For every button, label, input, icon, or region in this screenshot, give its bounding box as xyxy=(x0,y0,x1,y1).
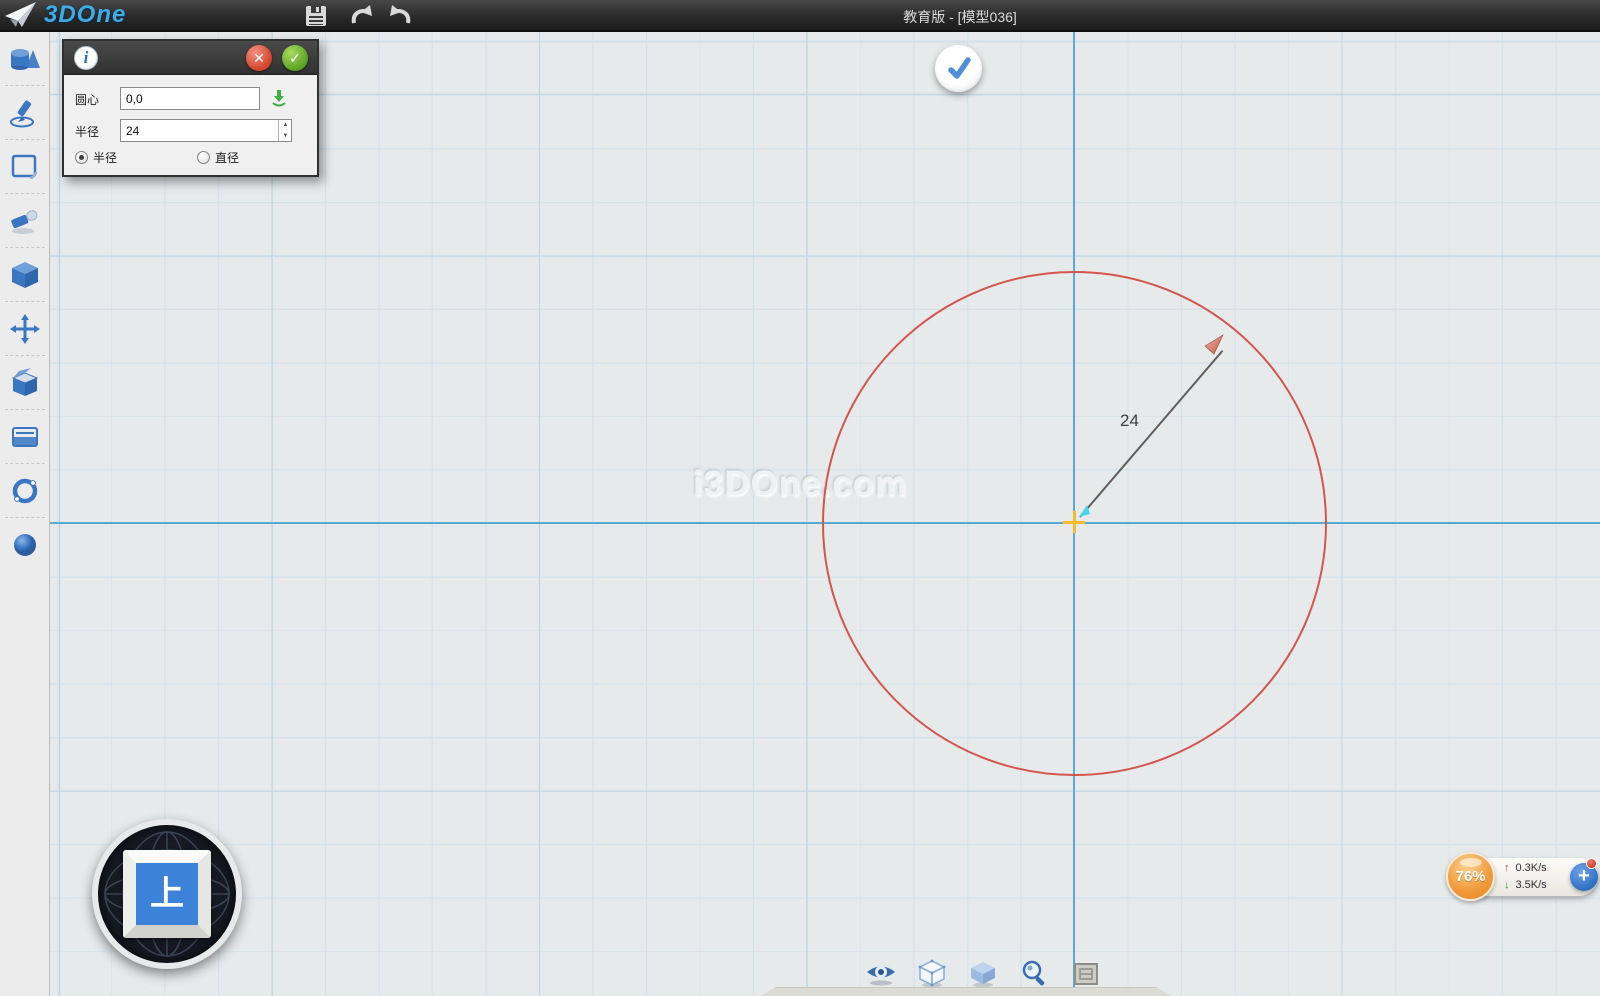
sphere-icon xyxy=(11,531,39,559)
radius-dimension-value: 24 xyxy=(1120,411,1139,431)
eraser-icon xyxy=(9,207,41,235)
sidebar-item-rotate-ring[interactable] xyxy=(0,464,50,518)
primitives-icon xyxy=(9,44,41,74)
center-input[interactable] xyxy=(120,87,260,110)
ring-icon xyxy=(10,476,40,506)
bottom-tray-edge xyxy=(760,987,1172,996)
radio-diameter-control[interactable] xyxy=(197,151,210,164)
cube-feature-icon xyxy=(10,260,40,290)
notification-dot xyxy=(1586,858,1597,869)
sidebar-item-special-effects[interactable] xyxy=(0,356,50,410)
shaded-cube-icon[interactable] xyxy=(967,958,999,990)
sidebar-item-move[interactable] xyxy=(0,302,50,356)
sidebar-item-edit-sketch[interactable] xyxy=(0,140,50,194)
check-icon xyxy=(945,55,973,83)
radio-diameter-label: 直径 xyxy=(215,149,239,166)
section-plane-icon xyxy=(10,424,40,450)
fit-frame-icon[interactable] xyxy=(1070,958,1102,990)
cursor-icon xyxy=(1077,503,1093,519)
titlebar-divider xyxy=(0,30,1600,32)
document-title: 教育版 - [模型036] xyxy=(840,7,1080,27)
sketch-rectangle-icon xyxy=(10,152,40,182)
sidebar-item-primitives[interactable] xyxy=(0,32,50,86)
zoom-icon[interactable] xyxy=(1019,958,1051,990)
circle-center-marker xyxy=(1073,511,1076,533)
sketch-pen-icon xyxy=(9,98,41,128)
eye-icon[interactable] xyxy=(865,958,897,990)
network-speed-widget[interactable]: 76% ↑ 0.3K/s ↓ 3.5K/s + xyxy=(1446,852,1598,902)
upload-arrow-icon: ↑ xyxy=(1504,862,1510,874)
radius-arrowhead-icon xyxy=(1196,332,1226,362)
move-icon xyxy=(10,314,40,344)
logo-text: 3DOne xyxy=(44,1,126,29)
radius-input[interactable] xyxy=(120,119,292,142)
radius-label: 半径 xyxy=(75,123,99,140)
3done-app: { "app": { "logo_text": "3DOne", "title"… xyxy=(0,0,1600,996)
radio-radius-control[interactable] xyxy=(75,151,88,164)
upload-speed-value: 0.3K/s xyxy=(1516,862,1547,874)
pick-point-icon[interactable] xyxy=(270,89,288,109)
undo-icon[interactable] xyxy=(348,3,374,29)
network-percent-badge[interactable]: 76% xyxy=(1446,852,1495,901)
viewcube-face[interactable]: 上 xyxy=(123,850,211,938)
info-icon[interactable]: i xyxy=(74,46,98,70)
radius-spinner[interactable]: ▲ ▼ xyxy=(278,120,292,141)
network-percent-value: 76% xyxy=(1455,868,1485,885)
download-arrow-icon: ↓ xyxy=(1504,879,1510,891)
sidebar-item-feature[interactable] xyxy=(0,248,50,302)
dialog-titlebar[interactable]: i ✕ ✓ xyxy=(64,41,317,75)
spinner-down-icon[interactable]: ▼ xyxy=(279,131,292,142)
spinner-up-icon[interactable]: ▲ xyxy=(279,120,292,131)
wireframe-cube-icon[interactable] xyxy=(916,958,948,990)
save-icon[interactable] xyxy=(303,3,329,29)
paper-plane-icon xyxy=(4,1,38,29)
sidebar-item-section[interactable] xyxy=(0,410,50,464)
sidebar-item-sketch[interactable] xyxy=(0,86,50,140)
view-navigation-cube[interactable]: 上 xyxy=(92,819,242,969)
radio-radius[interactable]: 半径 xyxy=(75,149,117,166)
app-logo: 3DOne xyxy=(4,0,126,30)
title-bar: 3DOne 教育版 - [模型036] xyxy=(0,0,1600,30)
sidebar-item-render[interactable] xyxy=(0,518,50,572)
sidebar-item-trim[interactable] xyxy=(0,194,50,248)
download-speed-value: 3.5K/s xyxy=(1516,879,1547,891)
radio-radius-label: 半径 xyxy=(93,149,117,166)
center-label: 圆心 xyxy=(75,91,99,108)
dialog-cancel-button[interactable]: ✕ xyxy=(246,45,272,71)
radio-diameter[interactable]: 直径 xyxy=(197,149,239,166)
circle-parameters-dialog: i ✕ ✓ 圆心 半径 ▲ ▼ 半径 直径 xyxy=(62,39,319,177)
tool-sidebar xyxy=(0,32,50,996)
dialog-ok-button[interactable]: ✓ xyxy=(282,45,308,71)
open-box-icon xyxy=(9,368,41,398)
viewcube-face-label: 上 xyxy=(136,875,198,913)
confirm-sketch-button[interactable] xyxy=(935,45,982,92)
redo-icon[interactable] xyxy=(388,3,414,29)
